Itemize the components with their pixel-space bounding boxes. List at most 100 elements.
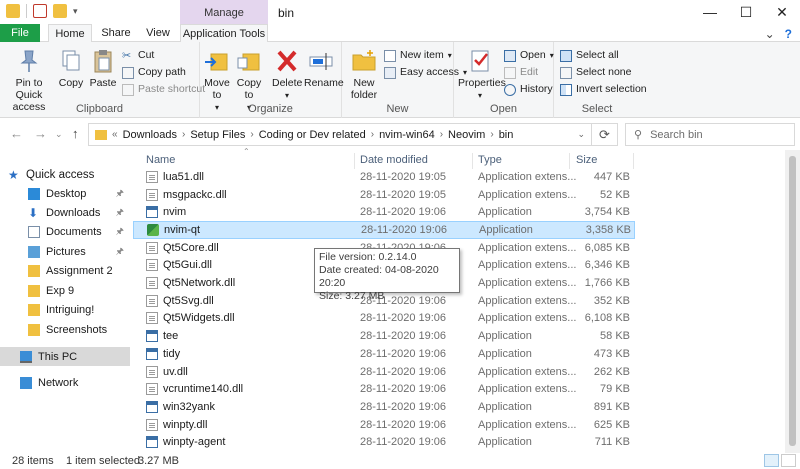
file-row[interactable]: tidy 28-11-2020 19:06 Application 473 KB: [133, 345, 635, 363]
tab-home[interactable]: Home: [48, 24, 92, 43]
file-row[interactable]: tee 28-11-2020 19:06 Application 58 KB: [133, 327, 635, 345]
nav-item-exp-9[interactable]: Exp 9: [28, 281, 130, 300]
pin-icon[interactable]: 🖈: [116, 244, 124, 260]
folder-icon: [28, 323, 40, 336]
address-bar[interactable]: « Downloads › Setup Files › Coding or De…: [88, 123, 592, 146]
details-view-icon[interactable]: [764, 454, 779, 467]
paste-shortcut-button[interactable]: Paste shortcut: [122, 82, 205, 97]
file-date: 28-11-2020 19:06: [360, 418, 447, 431]
breadcrumb-coding[interactable]: Coding or Dev related: [255, 129, 370, 141]
qat-dropdown-icon[interactable]: ▾: [73, 6, 78, 17]
divider[interactable]: [633, 153, 634, 169]
file-row[interactable]: nvim 28-11-2020 19:06 Application 3,754 KB: [133, 203, 635, 221]
file-row[interactable]: nvim-qt 28-11-2020 19:06 Application 3,358 …: [133, 221, 635, 239]
cut-label: Cut: [138, 49, 155, 61]
tab-application-tools[interactable]: Application Tools: [180, 24, 268, 43]
tab-share[interactable]: Share: [96, 24, 136, 42]
file-row[interactable]: winpty-agent 28-11-2020 19:06 Application 7…: [133, 434, 635, 452]
file-type: Application extens...: [478, 188, 577, 201]
open-group-label: Open: [490, 103, 517, 115]
folder-icon[interactable]: [6, 4, 20, 18]
breadcrumb-nvim-win64[interactable]: nvim-win64: [375, 129, 439, 141]
search-box[interactable]: ⚲ Search bin: [625, 123, 795, 146]
divider[interactable]: [354, 153, 355, 169]
nav-this-pc[interactable]: This PC: [0, 347, 130, 366]
breadcrumb-bin[interactable]: bin: [495, 129, 518, 141]
large-icons-view-icon[interactable]: [781, 454, 796, 467]
breadcrumb-neovim[interactable]: Neovim: [444, 129, 489, 141]
tab-file[interactable]: File: [0, 24, 40, 42]
tab-view[interactable]: View: [140, 24, 176, 42]
divider[interactable]: [569, 153, 570, 169]
nav-item-intriguing[interactable]: Intriguing!: [28, 300, 130, 319]
column-header-name[interactable]: Name: [146, 150, 175, 170]
properties-check-icon[interactable]: [33, 4, 47, 18]
file-size: 6,085 KB: [584, 241, 630, 254]
close-button[interactable]: ✕: [764, 0, 800, 24]
back-arrow-icon[interactable]: ←: [10, 126, 23, 141]
edit-button[interactable]: Edit: [504, 65, 538, 80]
rename-button[interactable]: Rename: [304, 48, 344, 89]
breadcrumb-setup-files[interactable]: Setup Files: [186, 129, 249, 141]
nav-item-desktop[interactable]: Desktop 🖈: [28, 184, 130, 203]
new-folder-icon: [352, 50, 376, 71]
column-header-date[interactable]: Date modified: [360, 150, 428, 170]
new-item-button[interactable]: New item ▾: [384, 48, 452, 63]
divider: [26, 4, 27, 18]
invert-selection-button[interactable]: Invert selection: [560, 82, 647, 97]
delete-button[interactable]: Delete ▾: [272, 48, 302, 102]
nav-item-pictures[interactable]: Pictures 🖈: [28, 242, 130, 261]
address-dropdown-icon[interactable]: ⌄: [577, 129, 585, 140]
divider[interactable]: [472, 153, 473, 169]
select-all-button[interactable]: Select all: [560, 48, 619, 63]
nav-label: Downloads: [46, 206, 101, 219]
nav-network[interactable]: Network: [20, 373, 130, 392]
copy-button[interactable]: Copy: [57, 48, 85, 89]
manage-context-tab[interactable]: Manage: [180, 0, 268, 24]
new-folder-button[interactable]: New folder: [346, 48, 382, 101]
maximize-button[interactable]: ☐: [728, 0, 764, 24]
scrollbar-thumb[interactable]: [789, 156, 796, 446]
column-header-type[interactable]: Type: [478, 150, 502, 170]
nav-quick-access[interactable]: ★ Quick access: [8, 165, 138, 184]
organize-group-label: Organize: [248, 103, 293, 115]
nav-item-downloads[interactable]: ⬇ Downloads 🖈: [28, 203, 130, 222]
recent-locations-icon[interactable]: ⌄: [55, 129, 63, 140]
history-label: History: [520, 83, 553, 95]
file-name: msgpackc.dll: [163, 188, 227, 201]
new-folder-icon[interactable]: [53, 4, 67, 18]
forward-arrow-icon[interactable]: →: [34, 126, 47, 141]
file-row[interactable]: vcruntime140.dll 28-11-2020 19:06 Applicat…: [133, 380, 635, 398]
properties-button[interactable]: Properties ▾: [458, 48, 506, 102]
pin-icon[interactable]: 🖈: [116, 186, 124, 202]
file-size: 58 KB: [600, 330, 630, 343]
file-row[interactable]: win32yank 28-11-2020 19:06 Application 891 …: [133, 398, 635, 416]
column-header-size[interactable]: Size: [576, 150, 597, 170]
pin-icon[interactable]: 🖈: [116, 205, 124, 221]
breadcrumb-downloads[interactable]: Downloads: [119, 129, 181, 141]
file-row[interactable]: lua51.dll 28-11-2020 19:05 Application ext…: [133, 168, 635, 186]
paste-button[interactable]: Paste: [88, 48, 118, 89]
refresh-icon[interactable]: ⟳: [592, 123, 618, 146]
copy-path-button[interactable]: Copy path: [122, 65, 186, 80]
file-row[interactable]: winpty.dll 28-11-2020 19:06 Application ex…: [133, 416, 635, 434]
nav-item-screenshots[interactable]: Screenshots: [28, 320, 130, 339]
pin-icon[interactable]: 🖈: [116, 224, 124, 240]
nav-item-documents[interactable]: Documents 🖈: [28, 222, 130, 241]
file-type: Application extens...: [478, 259, 577, 272]
up-arrow-icon[interactable]: ↑: [72, 126, 79, 141]
open-button[interactable]: Open ▾: [504, 48, 554, 63]
minimize-button[interactable]: —: [692, 0, 728, 24]
file-row[interactable]: Qt5Widgets.dll 28-11-2020 19:06 Applicatio…: [133, 310, 635, 328]
overflow-chevron-icon[interactable]: «: [111, 129, 119, 140]
collapse-ribbon-icon[interactable]: ⌄: [765, 27, 775, 41]
nav-item-assignment-2[interactable]: Assignment 2: [28, 261, 130, 280]
file-row[interactable]: msgpackc.dll 28-11-2020 19:05 Application …: [133, 186, 635, 204]
vertical-scrollbar[interactable]: [785, 150, 800, 453]
file-name: Qt5Widgets.dll: [163, 312, 235, 325]
select-none-button[interactable]: Select none: [560, 65, 631, 80]
history-button[interactable]: History: [504, 82, 553, 97]
cut-button[interactable]: ✂ Cut: [122, 48, 154, 63]
file-row[interactable]: uv.dll 28-11-2020 19:06 Application extens…: [133, 363, 635, 381]
help-icon[interactable]: ?: [785, 27, 792, 41]
